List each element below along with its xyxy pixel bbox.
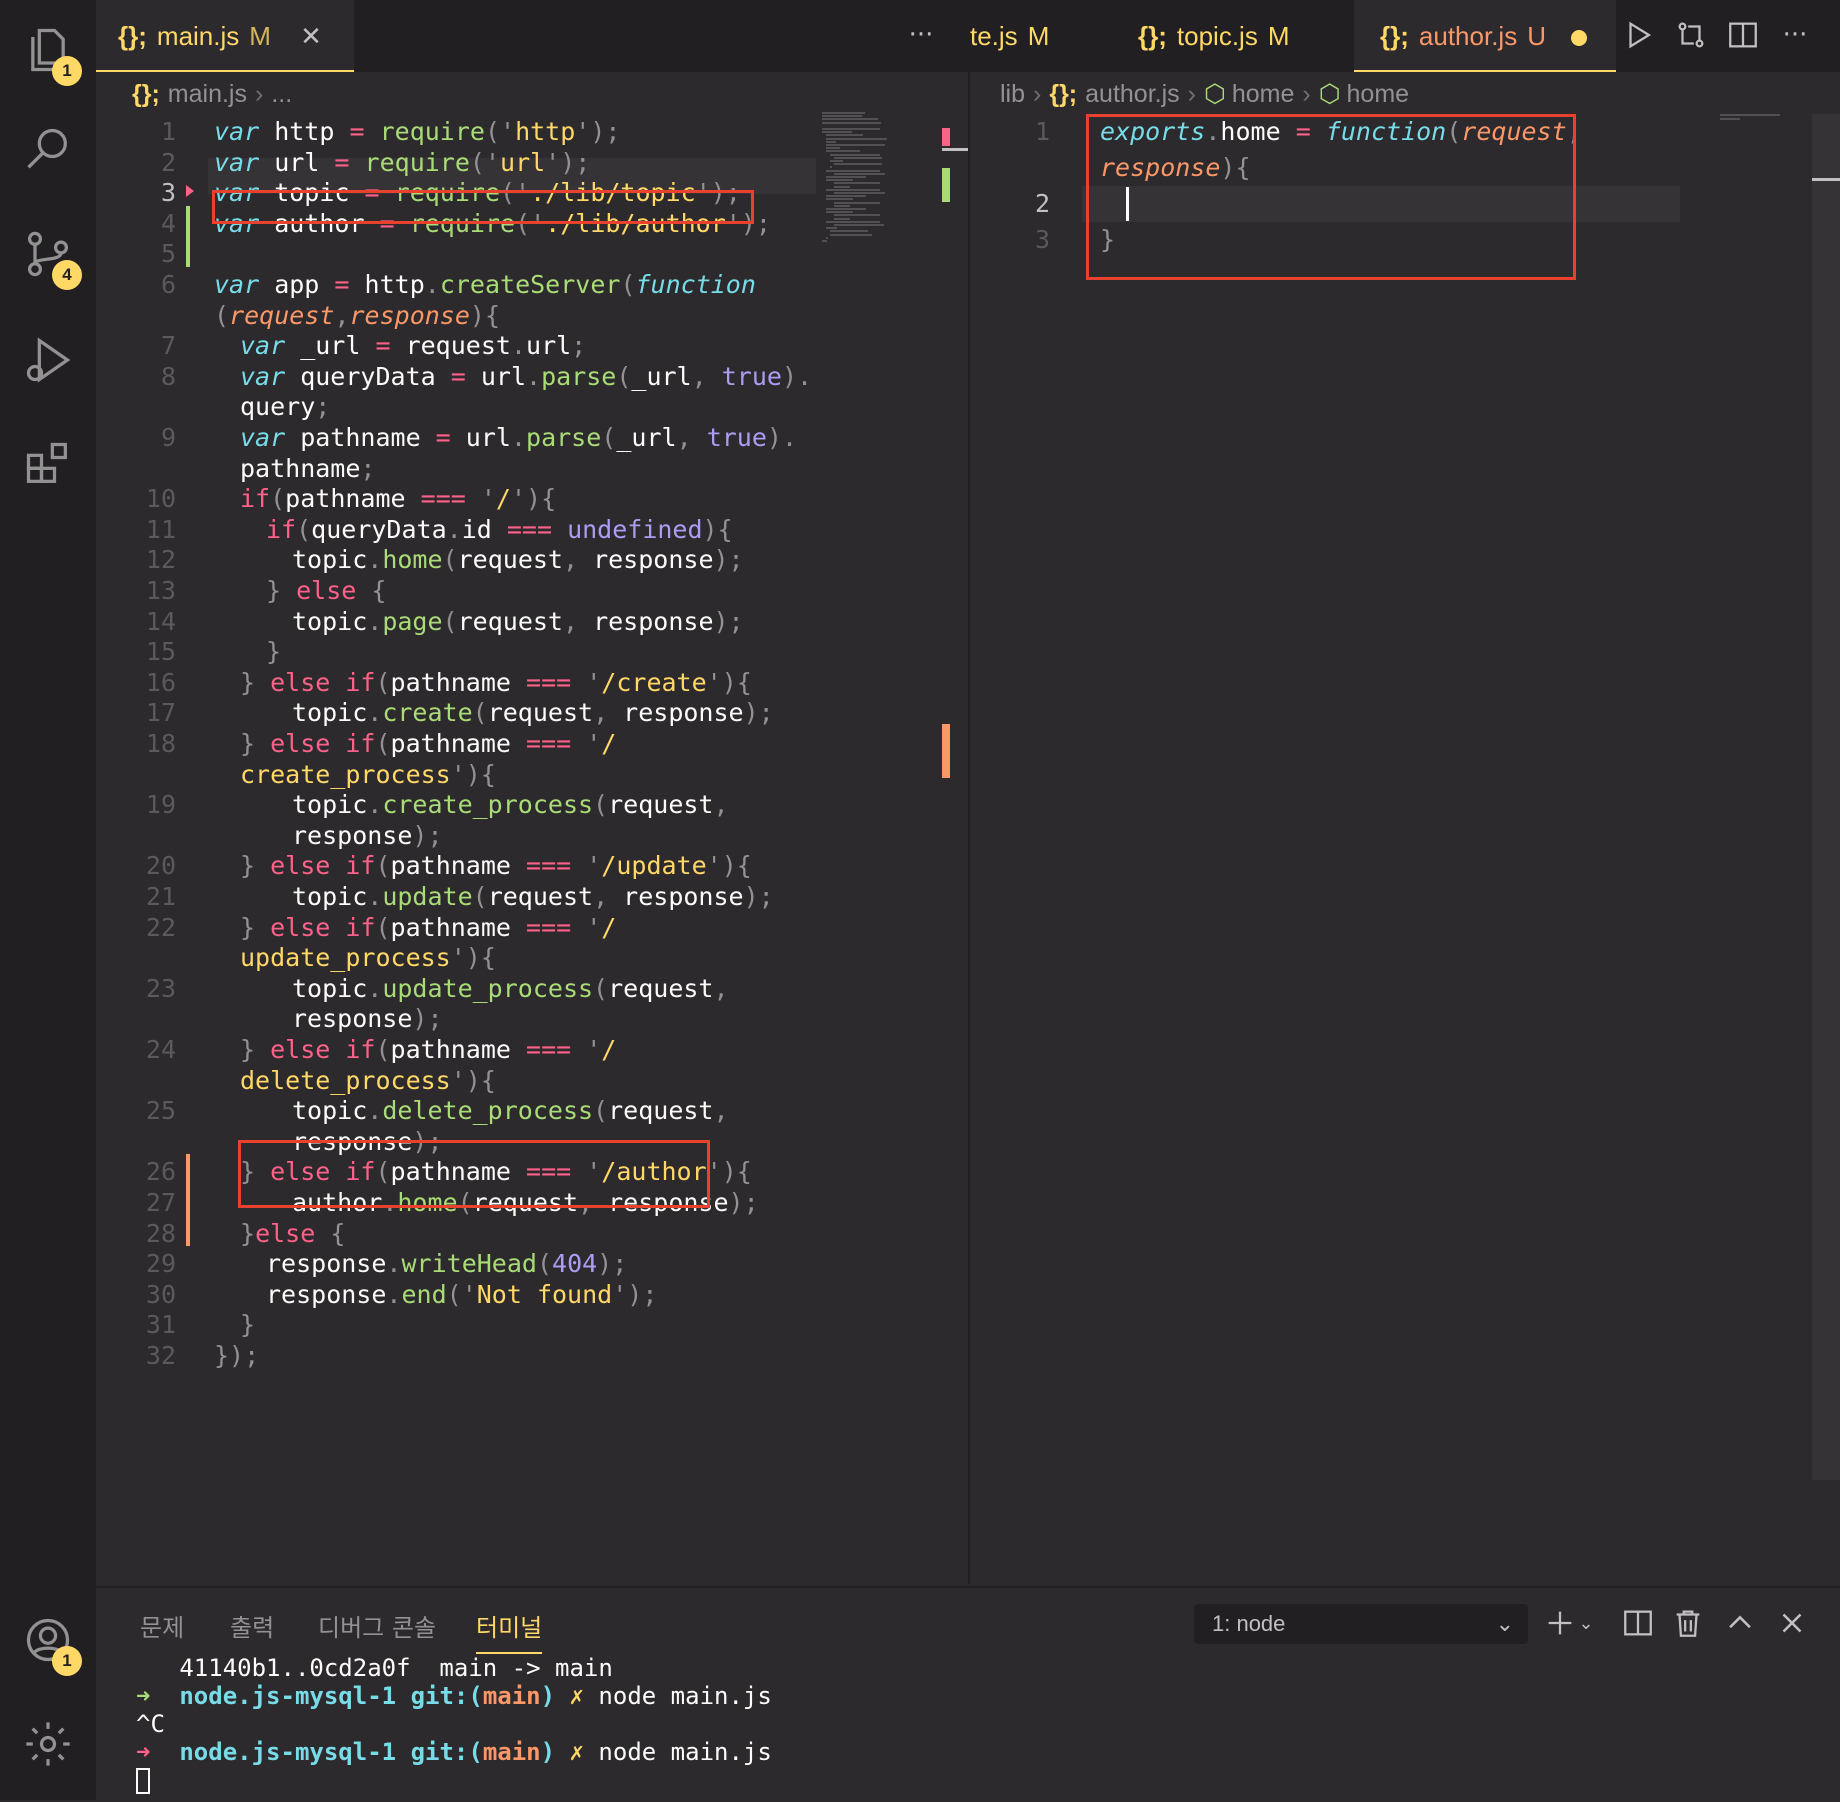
activity-bar: 1 4 1: [0, 0, 96, 1800]
minimap[interactable]: [1720, 112, 1790, 132]
chevron-right-icon: ›: [1033, 80, 1042, 108]
settings-gear-icon[interactable]: [22, 1718, 74, 1770]
left-tab-bar: {}; main.js M ✕ ···: [96, 0, 968, 72]
breadcrumb: {}; main.js ›...: [132, 80, 293, 108]
maximize-panel-icon[interactable]: [1722, 1606, 1758, 1642]
line-number: 3: [1034, 225, 1050, 254]
more-actions-icon[interactable]: ···: [1778, 18, 1812, 52]
chevron-right-icon: ›: [1187, 80, 1196, 108]
search-icon[interactable]: [22, 124, 74, 176]
close-tab-icon[interactable]: ✕: [300, 21, 322, 51]
tab-terminal[interactable]: 터미널: [476, 1608, 543, 1654]
terminal-cursor-line: [136, 1766, 772, 1794]
terminal-select[interactable]: 1: node ⌄: [1194, 1604, 1528, 1644]
tab-output[interactable]: 출력: [230, 1608, 274, 1648]
chevron-right-icon: ›: [1302, 80, 1311, 108]
new-terminal-icon[interactable]: [1542, 1606, 1578, 1642]
terminal-cursor: [136, 1768, 150, 1794]
code-line: });: [214, 1341, 260, 1370]
tab-topic-js[interactable]: {}; topic.js M: [1138, 0, 1338, 72]
js-file-icon: {};: [118, 21, 147, 51]
split-editor-icon[interactable]: [1726, 18, 1760, 52]
bottom-panel: 문제 출력 디버그 콘솔 터미널 1: node ⌄ ⌄ 41140b1..0c…: [96, 1586, 1840, 1802]
tab-main-js[interactable]: {}; main.js M ✕: [96, 0, 354, 72]
terminal-line: 41140b1..0cd2a0f main -> main: [136, 1654, 613, 1682]
right-tab-bar: te.js M {}; topic.js M {}; author.js U ···: [970, 0, 1840, 72]
tab-author-js[interactable]: {}; author.js U: [1354, 0, 1616, 72]
extensions-icon[interactable]: [22, 438, 74, 490]
trash-icon[interactable]: [1670, 1606, 1706, 1642]
code-line: }: [1100, 225, 1116, 254]
run-debug-icon[interactable]: [22, 334, 74, 386]
code-line: response){: [1100, 153, 1251, 182]
scrollbar[interactable]: [1812, 114, 1840, 1480]
source-control-icon[interactable]: 4: [22, 228, 82, 290]
explorer-icon[interactable]: 1: [22, 24, 82, 86]
compare-changes-icon[interactable]: [1674, 18, 1708, 52]
run-icon[interactable]: [1622, 18, 1656, 52]
js-file-icon: {};: [1138, 21, 1167, 51]
line-number: 2: [1034, 189, 1050, 218]
breadcrumb: lib › {}; author.js › ⬡ home › ⬡ home: [1000, 80, 1410, 108]
more-actions-icon[interactable]: ···: [904, 18, 938, 52]
left-editor-group: {}; main.js M ✕ ··· {}; main.js ›... 1 var ht…: [96, 0, 968, 1584]
chevron-right-icon: ›: [254, 80, 264, 108]
chevron-down-icon[interactable]: ⌄: [1576, 1606, 1596, 1642]
tab-problems[interactable]: 문제: [140, 1608, 184, 1648]
split-terminal-icon[interactable]: [1620, 1606, 1656, 1642]
module-cube-icon: ⬡: [1318, 80, 1341, 108]
unsaved-dot-icon[interactable]: [1571, 30, 1588, 47]
text-cursor: [1126, 187, 1129, 221]
accounts-badge: 1: [52, 1646, 82, 1676]
line-number: 1: [1034, 117, 1050, 146]
explorer-badge: 1: [52, 56, 82, 86]
right-editor-group: te.js M {}; topic.js M {}; author.js U ··· li…: [970, 0, 1840, 1584]
minimap[interactable]: [822, 112, 914, 292]
code-line: exports.home = function(request,: [1100, 117, 1582, 146]
tab-debug-console[interactable]: 디버그 콘솔: [318, 1608, 436, 1648]
module-cube-icon: ⬡: [1203, 80, 1226, 108]
terminal-prompt: ➜ node.js-mysql-1 git:(main) ✗ node main…: [136, 1682, 772, 1710]
accounts-icon[interactable]: 1: [22, 1614, 82, 1676]
close-panel-icon[interactable]: [1774, 1606, 1810, 1642]
code-editor-author-js[interactable]: 1 exports.home = function(request, respo…: [970, 114, 1840, 1584]
tab-te-js[interactable]: te.js M: [970, 0, 1120, 72]
chevron-down-icon: ⌄: [1495, 1611, 1514, 1636]
js-file-icon: {};: [1049, 80, 1078, 108]
js-file-icon: {};: [132, 80, 160, 108]
code-row: 32});: [96, 1338, 968, 1374]
source-control-badge: 4: [52, 260, 82, 290]
terminal-prompt: ➜ node.js-mysql-1 git:(main) ✗ node main…: [136, 1738, 772, 1766]
code-editor-main-js[interactable]: 1 var http = require('http'); 2 var url = r…: [96, 114, 968, 1584]
js-file-icon: {};: [1380, 21, 1409, 51]
terminal-line: ^C: [136, 1710, 165, 1738]
line-number: 32: [145, 1341, 176, 1370]
terminal-output[interactable]: 41140b1..0cd2a0f main -> main ➜ node.js-…: [136, 1654, 772, 1794]
